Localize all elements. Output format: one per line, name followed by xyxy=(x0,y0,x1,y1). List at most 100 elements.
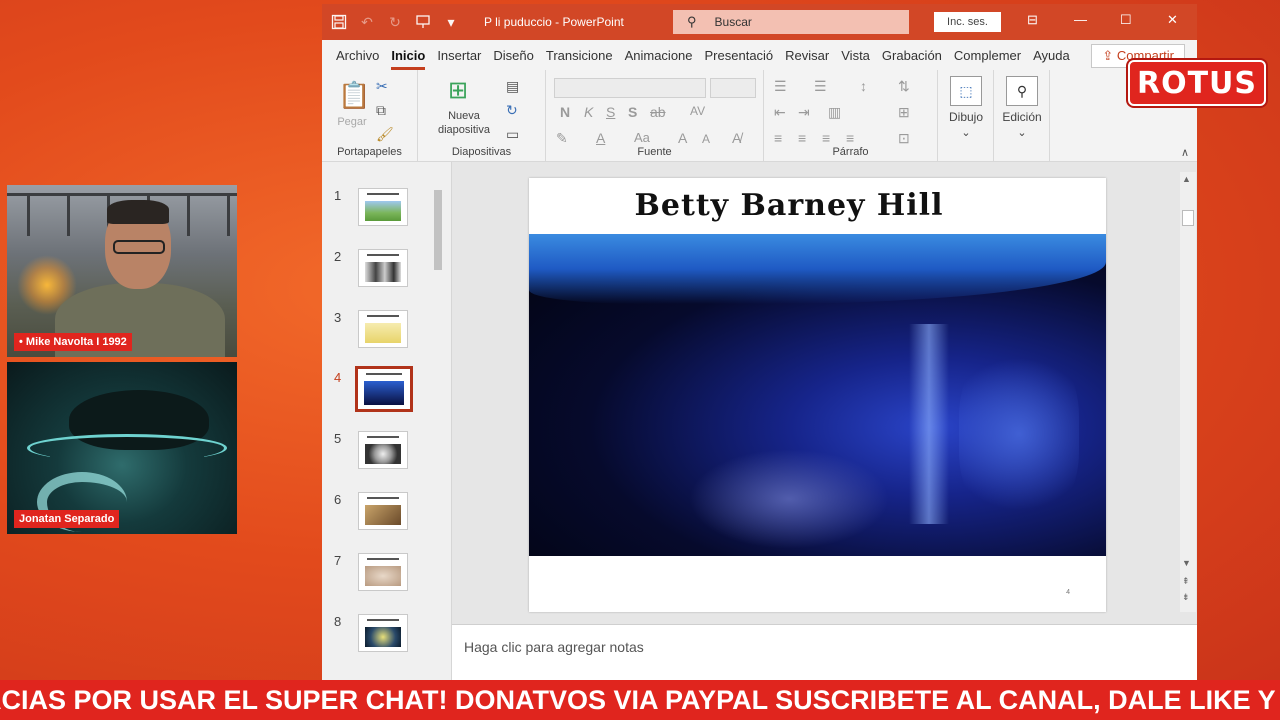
undo-icon[interactable]: ↶ xyxy=(356,11,378,33)
chevron-down-icon[interactable]: ⌄ xyxy=(938,126,994,139)
bullets-icon[interactable]: ☰ xyxy=(774,78,787,95)
text-direction-icon[interactable]: ⇅ xyxy=(898,78,910,95)
slide-title[interactable]: Betty Barney Hill xyxy=(529,188,1049,223)
layout-icon[interactable]: ▤ xyxy=(506,78,519,95)
align-center-icon[interactable]: ≡ xyxy=(798,130,806,146)
search-box[interactable]: ⚲ Buscar xyxy=(673,10,909,34)
editing-label[interactable]: Edición xyxy=(994,110,1050,124)
chevron-down-icon[interactable]: ⌄ xyxy=(994,126,1050,139)
slide-thumbnail-3[interactable] xyxy=(358,310,408,348)
cut-icon[interactable]: ✂ xyxy=(376,78,388,95)
increase-indent-icon[interactable]: ⇥ xyxy=(798,104,810,121)
slide-thumbnail-5[interactable] xyxy=(358,431,408,469)
tab-grabacion[interactable]: Grabación xyxy=(876,48,948,70)
present-icon[interactable] xyxy=(412,11,434,33)
highlight-icon[interactable]: ✎ xyxy=(556,130,568,147)
find-icon[interactable]: ⚲ xyxy=(1006,76,1038,106)
strikethrough-button[interactable]: ab xyxy=(650,104,666,120)
shrink-font-button[interactable]: A xyxy=(702,132,710,146)
notes-pane[interactable]: Haga clic para agregar notas xyxy=(452,624,1197,680)
reset-icon[interactable]: ↻ xyxy=(506,102,518,119)
scroll-thumb[interactable] xyxy=(1182,210,1194,226)
close-icon[interactable]: ✕ xyxy=(1167,12,1178,28)
tab-ayuda[interactable]: Ayuda xyxy=(1027,48,1076,70)
customize-toolbar-icon[interactable]: ▾ xyxy=(440,11,462,33)
group-drawing: ⬚ Dibujo ⌄ xyxy=(938,70,994,162)
columns-icon[interactable]: ▥ xyxy=(828,104,841,121)
smartart-icon[interactable]: ⊡ xyxy=(898,130,910,147)
group-editing: ⚲ Edición ⌄ xyxy=(994,70,1050,162)
thumb-number: 7 xyxy=(334,553,342,568)
grow-font-button[interactable]: A xyxy=(678,130,687,146)
line-spacing-icon[interactable]: ↕ xyxy=(860,78,867,94)
paste-label[interactable]: Pegar xyxy=(332,116,372,128)
notes-placeholder[interactable]: Haga clic para agregar notas xyxy=(464,639,644,655)
slide-thumbnail-2[interactable] xyxy=(358,249,408,287)
next-slide-icon[interactable]: ⇟ xyxy=(1182,592,1190,603)
tab-inicio[interactable]: Inicio xyxy=(385,48,431,70)
italic-button[interactable]: K xyxy=(584,104,593,120)
search-icon: ⚲ xyxy=(687,14,697,29)
font-color-button[interactable]: A xyxy=(596,130,605,146)
font-family-select[interactable] xyxy=(554,78,706,98)
slide-canvas[interactable]: Betty Barney Hill 4 xyxy=(529,178,1106,612)
font-size-select[interactable] xyxy=(710,78,756,98)
tab-presentacion[interactable]: Presentació xyxy=(699,48,780,70)
document-title: P li puduccio - PowerPoint xyxy=(484,15,624,29)
paste-icon[interactable]: 📋 xyxy=(338,80,370,111)
slide-thumbnail-8[interactable] xyxy=(358,614,408,652)
signin-button[interactable]: Inc. ses. xyxy=(934,12,1001,32)
format-painter-icon[interactable]: 🖌 xyxy=(376,126,394,143)
thumbnails-scrollbar[interactable] xyxy=(432,176,444,676)
numbering-icon[interactable]: ☰ xyxy=(814,78,827,95)
decrease-indent-icon[interactable]: ⇤ xyxy=(774,104,786,121)
slide-thumbnail-7[interactable] xyxy=(358,553,408,591)
webcam-name-label: • Mike Navolta I 1992 xyxy=(14,333,132,351)
ribbon-display-icon[interactable]: ⊟ xyxy=(1027,12,1038,28)
redo-icon[interactable]: ↻ xyxy=(384,11,406,33)
align-right-icon[interactable]: ≡ xyxy=(822,130,830,146)
copy-icon[interactable]: ⧉ xyxy=(376,102,386,119)
save-icon[interactable] xyxy=(328,11,350,33)
align-left-icon[interactable]: ≡ xyxy=(774,130,782,146)
shadow-button[interactable]: S xyxy=(628,104,637,120)
slide-image[interactable] xyxy=(529,234,1106,556)
justify-icon[interactable]: ≡ xyxy=(846,130,854,146)
tab-archivo[interactable]: Archivo xyxy=(330,48,385,70)
slide-thumbnail-6[interactable] xyxy=(358,492,408,530)
drawing-label[interactable]: Dibujo xyxy=(938,110,994,124)
new-slide-icon[interactable]: ⊞ xyxy=(448,76,468,105)
slide-page-number: 4 xyxy=(1066,589,1070,596)
scroll-up-icon[interactable]: ▲ xyxy=(1182,174,1191,184)
tab-revisar[interactable]: Revisar xyxy=(779,48,835,70)
character-spacing-button[interactable]: AV xyxy=(690,104,705,118)
tab-vista[interactable]: Vista xyxy=(835,48,876,70)
thumb-number: 3 xyxy=(334,310,342,325)
change-case-button[interactable]: Aa xyxy=(634,130,650,145)
section-icon[interactable]: ▭ xyxy=(506,126,519,143)
slide-scrollbar[interactable]: ▲ ▼ ⇞ ⇟ xyxy=(1180,172,1196,612)
tab-complementos[interactable]: Complemer xyxy=(948,48,1027,70)
bold-button[interactable]: N xyxy=(560,104,570,120)
ribbon-tabs: Archivo Inicio Insertar Diseño Transicio… xyxy=(322,40,1197,70)
previous-slide-icon[interactable]: ⇞ xyxy=(1182,576,1190,587)
slide-thumbnail-4[interactable] xyxy=(355,366,413,412)
tab-insertar[interactable]: Insertar xyxy=(431,48,487,70)
underline-button[interactable]: S xyxy=(606,104,615,120)
slide-thumbnail-1[interactable] xyxy=(358,188,408,226)
tab-transiciones[interactable]: Transicione xyxy=(540,48,619,70)
scroll-down-icon[interactable]: ▼ xyxy=(1182,558,1191,568)
clear-formatting-icon[interactable]: A̸ xyxy=(732,130,741,146)
thumb-number: 6 xyxy=(334,492,342,507)
shapes-icon[interactable]: ⬚ xyxy=(950,76,982,106)
group-slides: ⊞ Nueva diapositiva ▤ ↻ ▭ Diapositivas xyxy=(418,70,546,162)
maximize-icon[interactable]: ☐ xyxy=(1120,12,1132,28)
new-slide-label1[interactable]: Nueva xyxy=(424,110,504,122)
tab-diseno[interactable]: Diseño xyxy=(487,48,539,70)
person-hair xyxy=(107,200,169,224)
minimize-icon[interactable]: — xyxy=(1074,12,1087,27)
align-text-icon[interactable]: ⊞ xyxy=(898,104,910,121)
collapse-ribbon-icon[interactable]: ∧ xyxy=(1181,146,1189,159)
new-slide-label2[interactable]: diapositiva xyxy=(424,124,504,136)
tab-animaciones[interactable]: Animacione xyxy=(619,48,699,70)
